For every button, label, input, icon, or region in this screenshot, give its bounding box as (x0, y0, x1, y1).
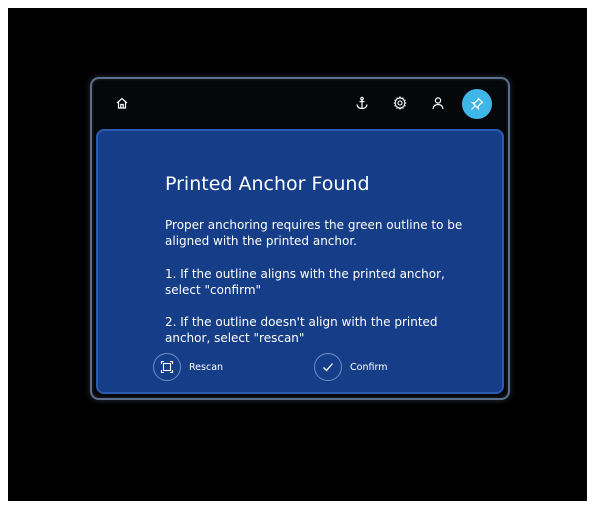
dialog-content: Printed Anchor Found Proper anchoring re… (96, 129, 504, 394)
user-button[interactable] (424, 89, 452, 117)
anchor-button[interactable] (348, 89, 376, 117)
confirm-button[interactable]: Confirm (314, 353, 387, 381)
checkmark-icon (323, 363, 333, 372)
anchor-icon (356, 96, 368, 110)
user-icon (432, 97, 444, 110)
dialog-intro: Proper anchoring requires the green outl… (165, 218, 463, 248)
confirm-label: Confirm (350, 361, 388, 373)
instruction-step-2: 2. If the outline doesn't align with the… (165, 315, 438, 345)
home-button[interactable] (108, 89, 136, 117)
settings-button[interactable] (386, 89, 414, 117)
rescan-label: Rescan (189, 361, 224, 373)
rescan-icon (160, 360, 174, 374)
pin-button[interactable] (462, 89, 492, 119)
rescan-button[interactable]: Rescan (153, 353, 223, 381)
home-icon (116, 97, 128, 109)
dialog-title: Printed Anchor Found (165, 173, 370, 195)
gear-icon (393, 96, 407, 110)
mixed-reality-scene: Printed Anchor Found Proper anchoring re… (8, 8, 587, 501)
confirm-icon-circle (314, 353, 342, 381)
instruction-step-1: 1. If the outline aligns with the printe… (165, 267, 445, 297)
panel-toolbar (92, 79, 508, 129)
rescan-icon-circle (153, 353, 181, 381)
hologram-panel: Printed Anchor Found Proper anchoring re… (90, 77, 510, 400)
pin-icon (470, 97, 484, 111)
